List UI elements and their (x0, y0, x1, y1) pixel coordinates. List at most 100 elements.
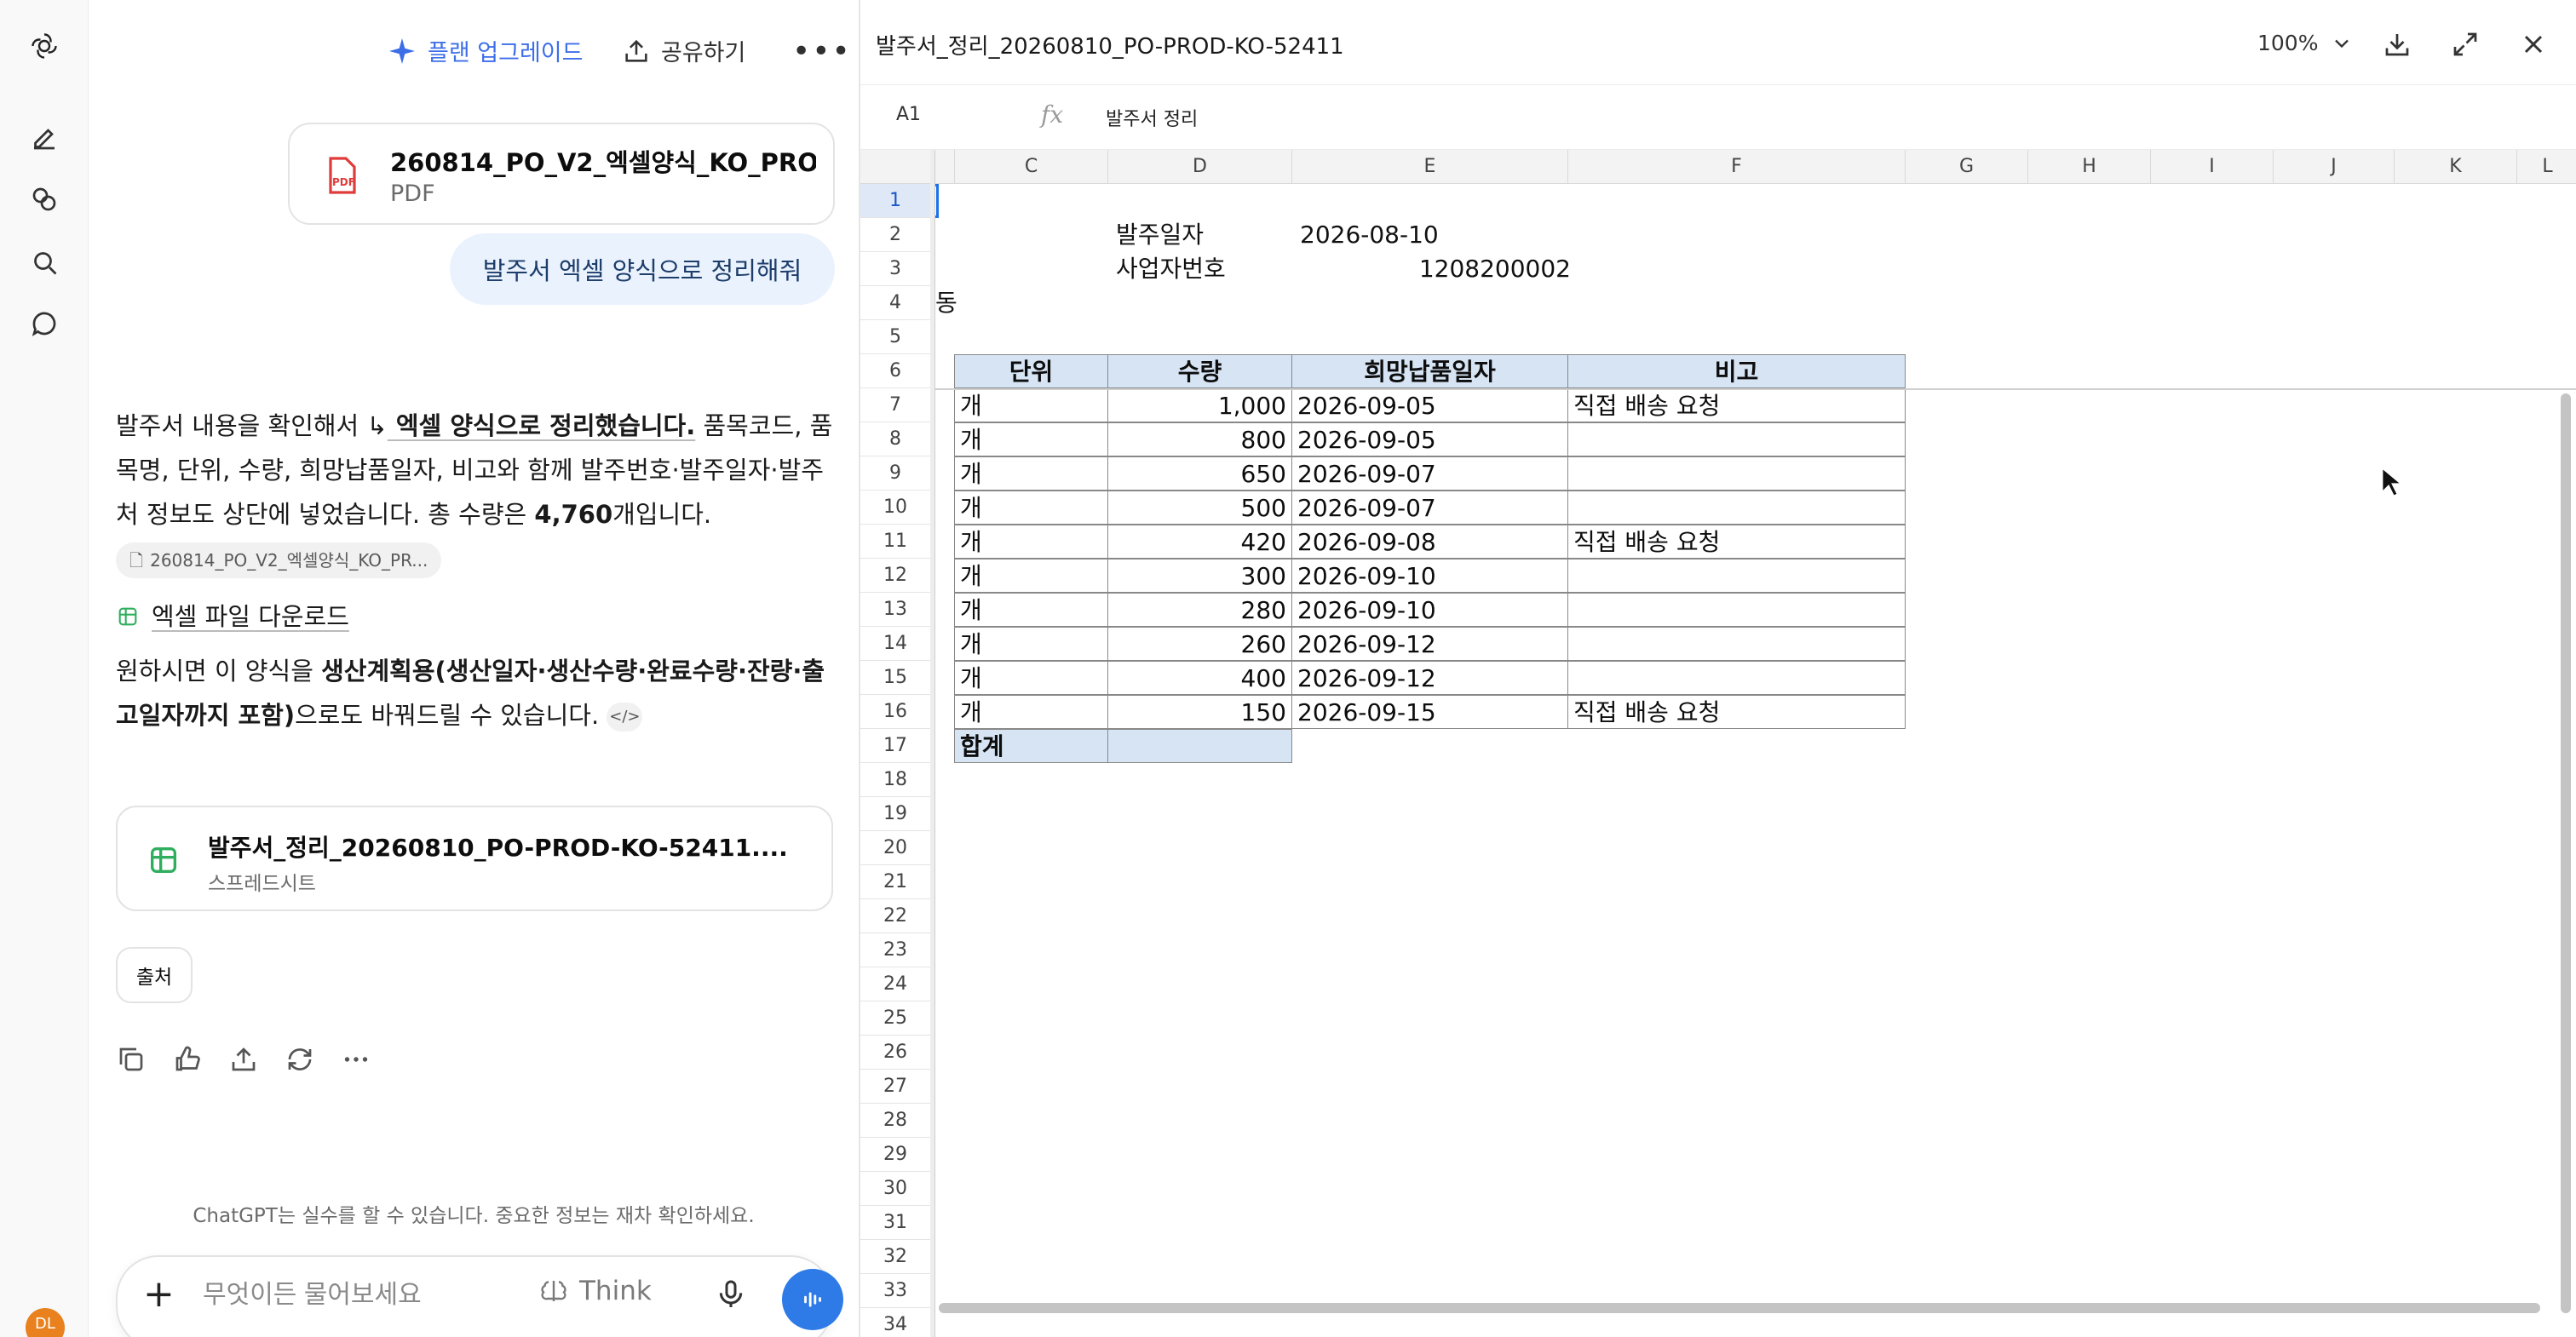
table-cell[interactable]: 개 (954, 627, 1108, 661)
table-header-cell[interactable]: 비고 (1567, 354, 1906, 388)
thumbs-icon[interactable] (172, 1044, 203, 1075)
column-header[interactable]: F (1567, 150, 1905, 184)
table-cell[interactable]: 개 (954, 661, 1108, 695)
formula-value[interactable]: 발주서 정리 (1106, 104, 1198, 131)
new-chat-icon[interactable] (22, 116, 66, 160)
table-cell[interactable]: 420 (1107, 525, 1292, 559)
order-date-label[interactable]: 발주일자 (1111, 218, 1281, 252)
table-cell[interactable] (1567, 627, 1906, 661)
table-cell[interactable]: 280 (1107, 593, 1292, 627)
chat-bubble-icon[interactable] (22, 301, 66, 346)
table-cell[interactable]: 2026-09-05 (1291, 388, 1568, 422)
column-header[interactable]: I (2150, 150, 2273, 184)
openai-logo-icon[interactable] (22, 24, 66, 68)
expand-icon[interactable] (2450, 29, 2481, 60)
column-header[interactable]: G (1905, 150, 2027, 184)
biz-no-label[interactable]: 사업자번호 (1111, 252, 1281, 286)
column-header[interactable]: H (2027, 150, 2150, 184)
table-header-cell[interactable]: 수량 (1107, 354, 1292, 388)
voice-mode-button[interactable] (782, 1269, 843, 1330)
share-icon[interactable] (228, 1044, 259, 1075)
citation-label: 260814_PO_V2_엑셀양식_KO_PR... (150, 550, 428, 571)
table-cell[interactable]: 2026-09-10 (1291, 559, 1568, 593)
row4-partial-text[interactable]: 동 (930, 286, 981, 320)
table-cell[interactable]: 개 (954, 525, 1108, 559)
table-cell[interactable]: 2026-09-12 (1291, 627, 1568, 661)
column-header[interactable]: K (2394, 150, 2516, 184)
table-cell[interactable]: 2026-09-10 (1291, 593, 1568, 627)
plan-upgrade-button[interactable]: 플랜 업그레이드 (387, 34, 583, 67)
frozen-column-divider (930, 150, 935, 1337)
library-icon[interactable] (22, 177, 66, 221)
table-cell[interactable]: 500 (1107, 491, 1292, 525)
table-cell[interactable]: 개 (954, 593, 1108, 627)
spreadsheet-grid[interactable]: CDEFGHIJKL 1 2 3 4 5 6 7 8 9 10 11 12 13 14 15 16 17 18 19… (860, 150, 2576, 1337)
table-cell[interactable]: 개 (954, 422, 1108, 456)
table-header-cell[interactable]: 희망납품일자 (1291, 354, 1568, 388)
cell-area[interactable]: 발주일자 2026-08-10 사업자번호 1208200002 동 단위 수량 희… (860, 184, 2576, 1337)
search-icon[interactable] (22, 240, 66, 284)
citation-chip[interactable]: 🗋 260814_PO_V2_엑셀양식_KO_PR... (116, 542, 442, 578)
table-cell[interactable]: 개 (954, 388, 1108, 422)
table-cell[interactable]: 개 (954, 491, 1108, 525)
share-button[interactable]: 공유하기 (622, 34, 745, 67)
think-button[interactable]: Think (538, 1276, 652, 1306)
table-cell[interactable]: 400 (1107, 661, 1292, 695)
code-chip[interactable]: </> (607, 703, 643, 732)
more-icon[interactable] (341, 1044, 371, 1075)
table-cell[interactable]: 2026-09-05 (1291, 422, 1568, 456)
table-cell[interactable] (1567, 559, 1906, 593)
column-header[interactable]: E (1291, 150, 1567, 184)
total-label-cell[interactable]: 합계 (954, 729, 1108, 763)
table-cell[interactable]: 2026-09-07 (1291, 456, 1568, 491)
close-icon[interactable] (2518, 29, 2549, 60)
avatar[interactable]: DL (26, 1308, 65, 1337)
cell-reference[interactable]: A1 (896, 104, 1015, 125)
column-header[interactable]: C (954, 150, 1107, 184)
spreadsheet-card[interactable]: 발주서_정리_20260810_PO-PROD-KO-52411.... 스프레… (116, 806, 833, 911)
table-cell[interactable]: 300 (1107, 559, 1292, 593)
zoom-dropdown[interactable]: 100% (2257, 31, 2354, 55)
microphone-icon[interactable] (714, 1277, 748, 1311)
table-cell[interactable]: 2026-09-12 (1291, 661, 1568, 695)
download-icon[interactable] (2382, 29, 2412, 60)
table-cell[interactable]: 150 (1107, 695, 1292, 729)
table-cell[interactable]: 2026-09-08 (1291, 525, 1568, 559)
horizontal-scrollbar[interactable] (939, 1303, 2540, 1313)
excel-download-link[interactable]: 엑셀 파일 다운로드 (116, 594, 840, 639)
table-cell[interactable]: 개 (954, 456, 1108, 491)
sources-button[interactable]: 출처 (116, 947, 193, 1003)
table-cell[interactable]: 2026-09-15 (1291, 695, 1568, 729)
column-header[interactable]: L (2516, 150, 2576, 184)
table-cell[interactable]: 직접 배송 요청 (1567, 695, 1906, 729)
order-date-value[interactable]: 2026-08-10 (1295, 218, 1482, 252)
table-cell[interactable]: 2026-09-07 (1291, 491, 1568, 525)
table-cell[interactable]: 260 (1107, 627, 1292, 661)
table-cell[interactable] (1567, 422, 1906, 456)
biz-no-value[interactable]: 1208200002 (1389, 252, 1576, 286)
table-header-cell[interactable]: 단위 (954, 354, 1108, 388)
vertical-scrollbar[interactable] (2561, 393, 2571, 1313)
table-cell[interactable]: 800 (1107, 422, 1292, 456)
regenerate-icon[interactable] (285, 1044, 315, 1075)
table-cell[interactable] (1567, 661, 1906, 695)
column-header[interactable]: J (2273, 150, 2394, 184)
table-cell[interactable]: 650 (1107, 456, 1292, 491)
table-cell[interactable]: 직접 배송 요청 (1567, 525, 1906, 559)
more-options-icon[interactable]: ••• (792, 34, 852, 69)
add-attachment-button[interactable]: + (143, 1276, 177, 1313)
message-input[interactable] (203, 1274, 509, 1317)
column-headers: CDEFGHIJKL (860, 150, 2576, 184)
table-cell[interactable]: 개 (954, 695, 1108, 729)
table-cell[interactable] (1567, 593, 1906, 627)
table-cell[interactable]: 개 (954, 559, 1108, 593)
copy-icon[interactable] (116, 1044, 147, 1075)
table-cell[interactable] (1567, 456, 1906, 491)
table-cell[interactable]: 1,000 (1107, 388, 1292, 422)
table-cell[interactable]: 직접 배송 요청 (1567, 388, 1906, 422)
column-header[interactable]: D (1107, 150, 1291, 184)
total-value-cell[interactable] (1107, 729, 1292, 763)
selected-cell[interactable] (935, 184, 939, 218)
table-cell[interactable] (1567, 491, 1906, 525)
attachment-card[interactable]: PDF 260814_PO_V2_엑셀양식_KO_PROD... PDF (288, 123, 835, 225)
